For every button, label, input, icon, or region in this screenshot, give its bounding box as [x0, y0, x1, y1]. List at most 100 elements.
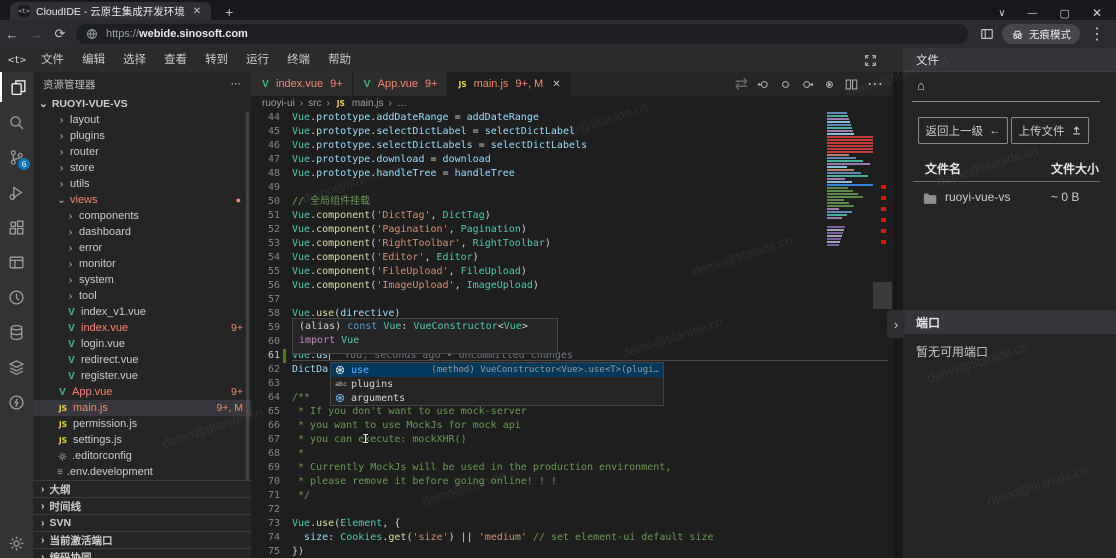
code-line[interactable]: 70 * please remove it before going onlin…	[251, 475, 893, 489]
code-line[interactable]: 44Vue.prototype.addDateRange = addDateRa…	[251, 111, 893, 125]
collapse-panel-icon[interactable]: ›	[887, 310, 905, 338]
split-editor-icon[interactable]	[845, 78, 858, 91]
tab-close-icon[interactable]: ✕	[552, 79, 560, 90]
tree-item-register-vue[interactable]: Vregister.vue	[33, 368, 251, 384]
activity-power[interactable]	[0, 387, 33, 417]
activity-source-control[interactable]: 6	[0, 142, 33, 172]
menu-item-3[interactable]: 选择	[114, 54, 155, 66]
tree-item-components[interactable]: ›components	[33, 208, 251, 224]
menu-item-7[interactable]: 终端	[278, 54, 319, 66]
tree-root[interactable]: ⌄ RUOYI-VUE-VS	[33, 96, 251, 112]
breadcrumb[interactable]: ruoyi-ui›src›JSmain.js›…	[251, 96, 904, 111]
sidebar-section-4[interactable]: ›当前激活端口	[33, 531, 251, 548]
more-actions-icon[interactable]: ⋯	[867, 74, 883, 94]
tree-item-settings-js[interactable]: JSsettings.js	[33, 432, 251, 448]
tree-item-views[interactable]: ⌄views●	[33, 192, 251, 208]
window-close-icon[interactable]: ✕	[1092, 6, 1102, 20]
code-line[interactable]: 47Vue.prototype.download = download	[251, 153, 893, 167]
menu-item-5[interactable]: 转到	[196, 54, 237, 66]
tab-close-icon[interactable]: ✕	[191, 6, 203, 17]
breadcrumb-item[interactable]: main.js	[352, 98, 384, 109]
menu-item-8[interactable]: 帮助	[319, 54, 360, 66]
tree-item-redirect-vue[interactable]: Vredirect.vue	[33, 352, 251, 368]
window-chevron-icon[interactable]: ∨	[998, 8, 1005, 19]
activity-layers[interactable]	[0, 352, 33, 382]
tab-main-js[interactable]: JSmain.js9+, M✕	[448, 72, 571, 96]
window-minimize-icon[interactable]: —	[1028, 8, 1038, 19]
sidebar-section-5[interactable]: ›编码协同	[33, 548, 251, 558]
menu-item-6[interactable]: 运行	[237, 54, 278, 66]
tree-item-plugins[interactable]: ›plugins	[33, 128, 251, 144]
menu-item-4[interactable]: 查看	[155, 54, 196, 66]
sidebar-section-2[interactable]: ›时间线	[33, 497, 251, 514]
next-change-icon[interactable]	[801, 78, 814, 91]
code-line[interactable]: 53Vue.component('RightToolbar', RightToo…	[251, 237, 893, 251]
code-line[interactable]: 74 size: Cookies.get('size') || 'medium'…	[251, 531, 893, 545]
tree-item-index_v1-vue[interactable]: Vindex_v1.vue	[33, 304, 251, 320]
browser-menu-icon[interactable]: ⋮	[1089, 24, 1105, 44]
tree-item-dashboard[interactable]: ›dashboard	[33, 224, 251, 240]
breadcrumb-item[interactable]: src	[308, 98, 321, 109]
code-line[interactable]: 67 * you can execute: mockXHR()	[251, 433, 893, 447]
activity-extensions[interactable]	[0, 212, 33, 242]
back-icon[interactable]: ←	[0, 27, 24, 42]
code-line[interactable]: 73Vue.use(Element, {	[251, 517, 893, 531]
tree-item-utils[interactable]: ›utils	[33, 176, 251, 192]
open-changes-icon[interactable]	[823, 78, 836, 91]
tree-item-permission-js[interactable]: JSpermission.js	[33, 416, 251, 432]
fullscreen-icon[interactable]	[864, 54, 877, 67]
activity-versions[interactable]	[0, 282, 33, 312]
tree-item-error[interactable]: ›error	[33, 240, 251, 256]
tree-item-main-js[interactable]: JSmain.js9+, M	[33, 400, 251, 416]
reload-icon[interactable]: ⟳	[48, 26, 72, 42]
editor-scrollbar[interactable]	[873, 282, 892, 309]
code-line[interactable]: 66 * you want to use MockJs for mock api	[251, 419, 893, 433]
forward-icon[interactable]: →	[24, 27, 48, 42]
code-line[interactable]: 48Vue.prototype.handleTree = handleTree	[251, 167, 893, 181]
previous-change-icon[interactable]	[757, 78, 770, 91]
sidebar-section-1[interactable]: ›大纲	[33, 480, 251, 497]
tree-item-env-development[interactable]: ≡.env.development	[33, 464, 251, 480]
code-line[interactable]: 57	[251, 293, 893, 307]
tree-item-store[interactable]: ›store	[33, 160, 251, 176]
tree-item-monitor[interactable]: ›monitor	[33, 256, 251, 272]
code-line[interactable]: 72	[251, 503, 893, 517]
activity-settings[interactable]	[0, 528, 33, 558]
menu-item-2[interactable]: 编辑	[73, 54, 114, 66]
activity-explorer[interactable]	[0, 72, 35, 102]
home-icon[interactable]: ⌂	[917, 78, 925, 93]
code-line[interactable]: 49	[251, 181, 893, 195]
go-up-button[interactable]: 返回上一级 ←	[918, 117, 1008, 144]
tab-App-vue[interactable]: VApp.vue9+	[353, 72, 448, 96]
side-panel-icon[interactable]	[980, 27, 994, 41]
tree-item-login-vue[interactable]: Vlogin.vue	[33, 336, 251, 352]
tree-item-system[interactable]: ›system	[33, 272, 251, 288]
menu-item-1[interactable]: 文件	[32, 54, 73, 66]
code-line[interactable]: 54Vue.component('Editor', Editor)	[251, 251, 893, 265]
compare-changes-icon[interactable]: ⇄	[735, 74, 748, 94]
code-line[interactable]: 65 * If you don't want to use mock-serve…	[251, 405, 893, 419]
sidebar-section-3[interactable]: ›SVN	[33, 514, 251, 531]
code-line[interactable]: 45Vue.prototype.selectDictLabel = select…	[251, 125, 893, 139]
code-line[interactable]: 55Vue.component('FileUpload', FileUpload…	[251, 265, 893, 279]
browser-tab[interactable]: <t> CloudIDE - 云原生集成开发环境 ✕	[10, 2, 211, 20]
code-line[interactable]: 68 *	[251, 447, 893, 461]
window-maximize-icon[interactable]: ▢	[1060, 7, 1070, 20]
tree-item-editorconfig[interactable]: .editorconfig	[33, 448, 251, 464]
suggest-item-arguments[interactable]: arguments	[331, 391, 663, 405]
code-line[interactable]: 51Vue.component('DictTag', DictTag)	[251, 209, 893, 223]
file-row[interactable]: ruoyi-vue-vs ~ 0 B	[903, 188, 1116, 208]
activity-preview[interactable]	[0, 247, 33, 277]
code-line[interactable]: 69 * Currently MockJs will be used in th…	[251, 461, 893, 475]
activity-search[interactable]	[0, 107, 33, 137]
suggest-item-use[interactable]: use(method) VueConstructor<Vue>.use<T>(p…	[331, 363, 663, 377]
tree-item-tool[interactable]: ›tool	[33, 288, 251, 304]
minimap[interactable]	[826, 112, 874, 327]
sidebar-scrollbar[interactable]	[246, 112, 249, 480]
code-line[interactable]: 52Vue.component('Pagination', Pagination…	[251, 223, 893, 237]
panel-splitter[interactable]: ›	[893, 72, 903, 558]
tree-item-router[interactable]: ›router	[33, 144, 251, 160]
current-change-icon[interactable]	[779, 78, 792, 91]
code-line[interactable]: 46Vue.prototype.selectDictLabels = selec…	[251, 139, 893, 153]
ports-header[interactable]: 端口	[903, 310, 1116, 334]
